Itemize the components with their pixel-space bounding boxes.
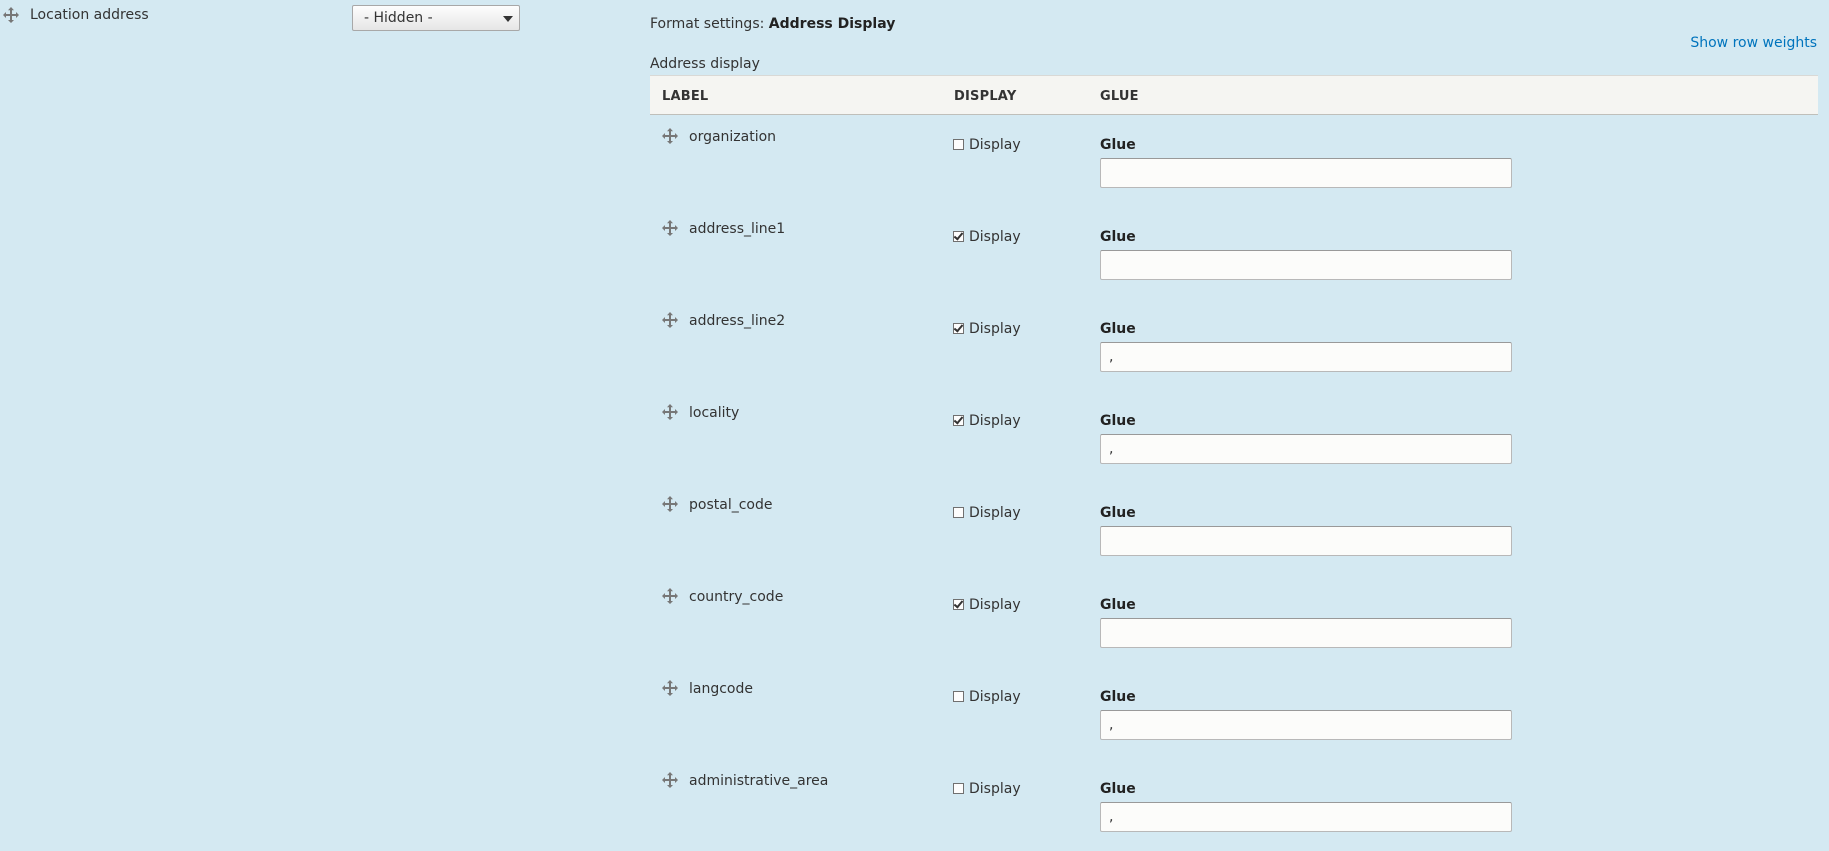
- table-row: administrative_area Display Glue: [650, 759, 1818, 851]
- glue-input[interactable]: [1100, 158, 1512, 188]
- display-checkbox-label[interactable]: Display: [969, 137, 1021, 153]
- table-row: organization Display Glue: [650, 115, 1818, 207]
- table-row: address_line1 Display Glue: [650, 207, 1818, 299]
- table-row: locality Display Glue: [650, 391, 1818, 483]
- table-caption: Address display: [650, 56, 760, 72]
- row-label: country_code: [689, 589, 784, 605]
- table-row: langcode Display Glue: [650, 667, 1818, 759]
- glue-label: Glue: [1100, 597, 1136, 613]
- row-label: langcode: [689, 681, 753, 697]
- field-row-location-address: Location address - Hidden -: [0, 0, 640, 40]
- drag-handle-icon[interactable]: [662, 404, 678, 420]
- column-header-glue: GLUE: [1100, 89, 1139, 104]
- format-settings-heading: Format settings: Address Display: [650, 16, 895, 32]
- display-checkbox-label[interactable]: Display: [969, 321, 1021, 337]
- drag-handle-icon[interactable]: [662, 680, 678, 696]
- display-checkbox-label[interactable]: Display: [969, 505, 1021, 521]
- field-label: Location address: [30, 7, 149, 23]
- table-row: country_code Display Glue: [650, 575, 1818, 667]
- row-label: administrative_area: [689, 773, 829, 789]
- glue-label: Glue: [1100, 781, 1136, 797]
- display-checkbox[interactable]: [953, 691, 964, 702]
- display-checkbox-label[interactable]: Display: [969, 597, 1021, 613]
- display-checkbox[interactable]: [953, 783, 964, 794]
- row-label: address_line2: [689, 313, 786, 329]
- row-label: organization: [689, 129, 777, 145]
- table-row: address_line2 Display Glue: [650, 299, 1818, 391]
- glue-input[interactable]: [1100, 342, 1512, 372]
- display-checkbox[interactable]: [953, 323, 964, 334]
- drag-handle-icon[interactable]: [662, 128, 678, 144]
- glue-input[interactable]: [1100, 802, 1512, 832]
- glue-input[interactable]: [1100, 710, 1512, 740]
- drag-handle-icon[interactable]: [662, 496, 678, 512]
- glue-input[interactable]: [1100, 618, 1512, 648]
- column-header-display: DISPLAY: [954, 89, 1017, 104]
- display-checkbox[interactable]: [953, 231, 964, 242]
- format-settings-name: Address Display: [768, 16, 896, 32]
- column-header-label: LABEL: [662, 89, 709, 104]
- glue-label: Glue: [1100, 137, 1136, 153]
- display-checkbox[interactable]: [953, 139, 964, 150]
- drag-handle-icon[interactable]: [662, 588, 678, 604]
- table-header: LABEL DISPLAY GLUE: [650, 75, 1818, 115]
- drag-handle-icon[interactable]: [662, 772, 678, 788]
- display-checkbox[interactable]: [953, 599, 964, 610]
- row-label: address_line1: [689, 221, 786, 237]
- display-checkbox-label[interactable]: Display: [969, 229, 1021, 245]
- drag-handle-icon[interactable]: [662, 220, 678, 236]
- display-checkbox-label[interactable]: Display: [969, 689, 1021, 705]
- glue-label: Glue: [1100, 505, 1136, 521]
- drag-handle-icon[interactable]: [3, 7, 19, 23]
- display-checkbox-label[interactable]: Display: [969, 781, 1021, 797]
- show-row-weights-link[interactable]: Show row weights: [1690, 35, 1817, 51]
- glue-label: Glue: [1100, 413, 1136, 429]
- glue-input[interactable]: [1100, 526, 1512, 556]
- display-checkbox[interactable]: [953, 507, 964, 518]
- glue-input[interactable]: [1100, 434, 1512, 464]
- display-checkbox[interactable]: [953, 415, 964, 426]
- drag-handle-icon[interactable]: [662, 312, 678, 328]
- format-select-value: - Hidden -: [364, 10, 433, 26]
- table-body: organization Display Glue address_line1 …: [650, 115, 1818, 851]
- glue-label: Glue: [1100, 689, 1136, 705]
- glue-input[interactable]: [1100, 250, 1512, 280]
- chevron-down-icon: [503, 16, 513, 22]
- display-checkbox-label[interactable]: Display: [969, 413, 1021, 429]
- format-select[interactable]: - Hidden -: [352, 5, 520, 31]
- table-row: postal_code Display Glue: [650, 483, 1818, 575]
- row-label: locality: [689, 405, 740, 421]
- glue-label: Glue: [1100, 321, 1136, 337]
- glue-label: Glue: [1100, 229, 1136, 245]
- format-settings-prefix: Format settings:: [650, 16, 765, 32]
- row-label: postal_code: [689, 497, 773, 513]
